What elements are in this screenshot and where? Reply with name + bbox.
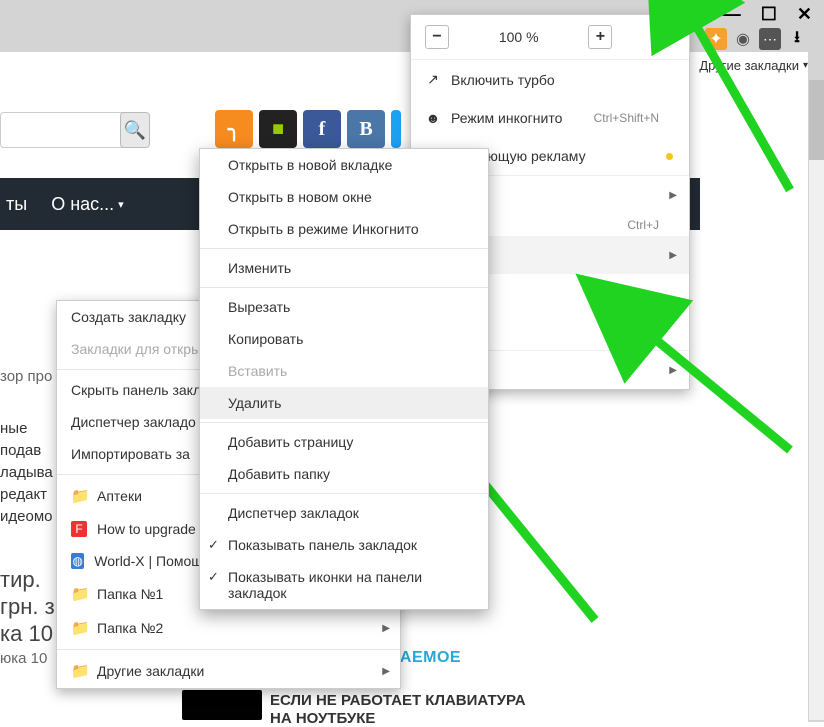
ctx-delete[interactable]: Удалить bbox=[200, 387, 488, 419]
other-bookmarks-label: Другие закладки bbox=[699, 58, 799, 73]
extension-icon-2[interactable]: ◉ bbox=[732, 28, 754, 50]
chevron-down-icon: ▾ bbox=[803, 60, 808, 71]
chevron-down-icon: ▾ bbox=[118, 198, 124, 211]
ctx-edit[interactable]: Изменить bbox=[200, 252, 488, 284]
zoom-in-button[interactable]: + bbox=[588, 25, 612, 49]
chevron-right-icon: ▶ bbox=[669, 365, 677, 376]
article-thumbnail[interactable] bbox=[182, 690, 262, 720]
page-text-fragment: ладыва bbox=[0, 462, 53, 485]
scrollbar[interactable] bbox=[809, 80, 824, 720]
scrollbar-thumb[interactable] bbox=[809, 80, 824, 160]
bookmark-folder-other[interactable]: 📁Другие закладки▶ bbox=[57, 654, 400, 688]
shortcut-label: Ctrl+J bbox=[627, 218, 659, 232]
ctx-cut[interactable]: Вырезать bbox=[200, 291, 488, 323]
check-icon: ✓ bbox=[208, 569, 219, 585]
menu-item-turbo[interactable]: ↗ Включить турбо bbox=[411, 60, 689, 99]
ctx-open-new-window[interactable]: Открыть в новом окне bbox=[200, 181, 488, 213]
folder-icon: 📁 bbox=[71, 619, 87, 637]
ctx-add-folder[interactable]: Добавить папку bbox=[200, 458, 488, 490]
ctx-open-incognito[interactable]: Открыть в режиме Инкогнито bbox=[200, 213, 488, 245]
downloads-icon[interactable]: ⭳ bbox=[786, 28, 808, 50]
favicon-icon: F bbox=[71, 521, 87, 537]
shortcut-label: Ctrl+Shift+N bbox=[594, 111, 659, 125]
page-text-fragment: ка 10 bbox=[0, 617, 53, 650]
nav-item-about[interactable]: О нас...▾ bbox=[51, 194, 124, 215]
folder-icon: 📁 bbox=[71, 585, 87, 603]
zoom-row: − 100 % + ⤢ bbox=[411, 15, 689, 60]
ctx-add-page[interactable]: Добавить страницу bbox=[200, 426, 488, 458]
ctx-copy[interactable]: Копировать bbox=[200, 323, 488, 355]
status-dot-icon bbox=[666, 153, 673, 160]
chevron-right-icon: ▶ bbox=[669, 190, 677, 201]
fullscreen-icon[interactable]: ⤢ bbox=[662, 28, 675, 46]
search-input[interactable] bbox=[0, 112, 132, 148]
ctx-paste: Вставить bbox=[200, 355, 488, 387]
bookmark-context-menu: Открыть в новой вкладке Открыть в новом … bbox=[199, 148, 489, 610]
mask-icon: ☻ bbox=[425, 110, 441, 126]
ctx-bookmark-manager[interactable]: Диспетчер закладок bbox=[200, 497, 488, 529]
zoom-value: 100 % bbox=[499, 29, 539, 45]
zoom-out-button[interactable]: − bbox=[425, 25, 449, 49]
ctx-show-icons[interactable]: ✓Показывать иконки на панели закладок bbox=[200, 561, 488, 609]
page-text-fragment: зор про bbox=[0, 366, 52, 389]
other-bookmarks-button[interactable]: Другие закладки ▾ bbox=[699, 58, 808, 73]
page-text-fragment: ные bbox=[0, 418, 27, 441]
minimize-button[interactable]: — bbox=[723, 4, 741, 25]
globe-icon: ◍ bbox=[71, 553, 84, 569]
chevron-right-icon: ▶ bbox=[382, 666, 390, 677]
page-text-fragment: редакт bbox=[0, 484, 47, 507]
page-text-fragment: подав bbox=[0, 440, 41, 463]
menu-item-label: Включить турбо bbox=[451, 72, 555, 88]
ctx-open-new-tab[interactable]: Открыть в новой вкладке bbox=[200, 149, 488, 181]
menu-item-incognito[interactable]: ☻ Режим инкогнито Ctrl+Shift+N bbox=[411, 99, 689, 137]
extension-icon-1[interactable]: ✦ bbox=[705, 28, 727, 50]
nav-item-ty[interactable]: ты bbox=[6, 194, 27, 215]
chevron-right-icon: ▶ bbox=[669, 250, 677, 261]
rocket-icon: ↗ bbox=[425, 71, 441, 88]
search-icon: 🔍 bbox=[124, 120, 146, 141]
extension-badges: ⤢ ✦ ◉ ⋯ ⭳ bbox=[705, 28, 808, 50]
page-text-fragment: идеомо bbox=[0, 506, 52, 529]
maximize-button[interactable]: ☐ bbox=[761, 4, 777, 25]
bookmark-folder-2[interactable]: 📁Папка №2▶ bbox=[57, 611, 400, 645]
social-icons: ╮ ■ f B bbox=[215, 110, 401, 148]
menu-icon[interactable]: ⋯ bbox=[759, 28, 781, 50]
ctx-show-panel[interactable]: ✓Показывать панель закладок bbox=[200, 529, 488, 561]
window-controls: — ☐ ✕ bbox=[711, 0, 824, 29]
folder-icon: 📁 bbox=[71, 487, 87, 505]
menu-item-label: Режим инкогнито bbox=[451, 110, 562, 126]
twitter-icon[interactable] bbox=[391, 110, 401, 148]
page-text-fragment: юка 10 bbox=[0, 648, 47, 671]
article-title[interactable]: ЕСЛИ НЕ РАБОТАЕТ КЛАВИАТУРА НА НОУТБУКЕ bbox=[270, 692, 526, 726]
check-icon: ✓ bbox=[208, 537, 219, 553]
android-icon[interactable]: ■ bbox=[259, 110, 297, 148]
folder-icon: 📁 bbox=[71, 662, 87, 680]
search-button[interactable]: 🔍 bbox=[120, 112, 150, 148]
rss-icon[interactable]: ╮ bbox=[215, 110, 253, 148]
chevron-right-icon: ▶ bbox=[382, 623, 390, 634]
facebook-icon[interactable]: f bbox=[303, 110, 341, 148]
vk-icon[interactable]: B bbox=[347, 110, 385, 148]
close-button[interactable]: ✕ bbox=[797, 4, 812, 25]
